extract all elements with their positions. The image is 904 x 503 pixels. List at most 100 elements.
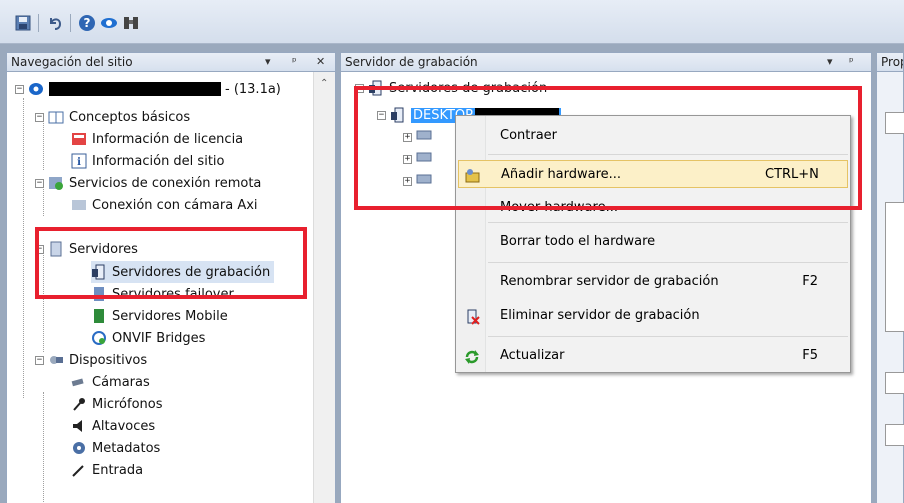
collapse-toggle[interactable]: − (35, 112, 44, 122)
pin-icon[interactable]: ᵖ (292, 53, 297, 71)
tree-label: Dispositivos (69, 352, 148, 368)
properties-header: Prop (876, 52, 904, 72)
menu-item-delete-server[interactable]: Eliminar servidor de grabación (458, 302, 848, 330)
binoculars-icon[interactable] (122, 14, 140, 32)
menu-item-collapse[interactable]: Contraer (458, 122, 848, 150)
book-icon (48, 109, 64, 125)
tree-item-grabacion[interactable]: Servidores de grabación (91, 261, 275, 283)
tree-label: Micrófonos (92, 396, 163, 412)
property-field[interactable] (885, 372, 904, 394)
tree-label: Servidores Mobile (112, 308, 228, 324)
recording-server-icon (368, 80, 384, 96)
menu-item-shortcut: F2 (802, 274, 818, 289)
tree-label: ONVIF Bridges (112, 330, 206, 346)
menu-item-refresh[interactable]: Actualizar F5 (458, 342, 848, 370)
license-icon (71, 131, 87, 147)
close-icon[interactable]: ✕ (316, 53, 325, 71)
undo-icon[interactable] (46, 14, 64, 32)
onvif-icon (91, 330, 107, 346)
collapse-toggle[interactable]: − (15, 84, 24, 94)
recording-server-icon (390, 107, 406, 123)
tree-item-onvif[interactable]: ONVIF Bridges (91, 327, 205, 349)
servers-icon (48, 241, 64, 257)
tree-item-microfonos[interactable]: Micrófonos (71, 393, 162, 415)
tree-item-licencia[interactable]: Información de licencia (71, 128, 243, 150)
site-navigation-title: Navegación del sitio (11, 55, 133, 69)
svg-text:?: ? (84, 16, 91, 30)
tree-item-camaras[interactable]: Cámaras (71, 371, 150, 393)
tree-item-conceptos[interactable]: − Conceptos básicos (35, 106, 190, 128)
tree-label: Servidores de grabación (389, 80, 548, 96)
tree-item-remota[interactable]: − Servicios de conexión remota (35, 172, 261, 194)
mobile-server-icon (91, 308, 107, 324)
recording-server-header: Servidor de grabación ▾ ᵖ (340, 52, 872, 72)
tree-item-altavoces[interactable]: Altavoces (71, 415, 155, 437)
menu-item-label: Borrar todo el hardware (500, 234, 656, 249)
metadata-icon (71, 440, 87, 456)
menu-item-label: Eliminar servidor de grabación (500, 308, 700, 323)
tree-label: Altavoces (92, 418, 156, 434)
pin-icon[interactable]: ᵖ (849, 53, 854, 71)
redacted-site-name (49, 82, 221, 96)
site-icon (28, 81, 44, 97)
help-icon[interactable]: ? (78, 14, 96, 32)
property-field[interactable] (885, 424, 904, 446)
tree-item-hardware[interactable]: + (403, 170, 437, 192)
add-hardware-icon (465, 167, 481, 183)
property-field[interactable] (885, 112, 904, 134)
collapse-toggle[interactable]: − (35, 178, 44, 188)
expand-toggle[interactable]: + (403, 176, 412, 186)
menu-item-add-hardware[interactable]: Añadir hardware... CTRL+N (458, 160, 848, 188)
expand-toggle[interactable]: + (403, 154, 412, 164)
tree-item-metadatos[interactable]: Metadatos (71, 437, 160, 459)
hardware-icon (416, 151, 432, 167)
tree-item-recording-servers-root[interactable]: − Servidores de grabación (355, 80, 547, 96)
tree-item-servidores[interactable]: − Servidores (35, 238, 138, 260)
tree-item-sitio[interactable]: i Información del sitio (71, 150, 224, 172)
collapse-toggle[interactable]: − (355, 83, 364, 93)
tree-label: Conceptos básicos (69, 109, 191, 125)
input-icon (71, 462, 87, 478)
menu-item-shortcut: CTRL+N (765, 167, 819, 182)
collapse-toggle[interactable]: − (35, 244, 44, 254)
expand-toggle[interactable]: + (403, 132, 412, 142)
tree-item-mobile[interactable]: Servidores Mobile (91, 305, 228, 327)
delete-server-icon (464, 308, 480, 325)
tree-label: Información del sitio (92, 153, 225, 169)
pane-dropdown-button[interactable]: ▾ (827, 53, 833, 71)
recording-server-icon (91, 264, 107, 280)
menu-item-delete-all-hardware[interactable]: Borrar todo el hardware (458, 228, 848, 256)
camera-icon (71, 374, 87, 390)
menu-item-move-hardware[interactable]: Mover hardware... (458, 194, 848, 214)
menu-item-label: Añadir hardware... (501, 167, 622, 182)
tree-item-entrada[interactable]: Entrada (71, 459, 143, 481)
microphone-icon (71, 396, 87, 412)
context-menu: Contraer Añadir hardware... CTRL+N Mover… (455, 115, 851, 373)
tree-label: Servidores de grabación (112, 264, 271, 280)
svg-text:i: i (77, 157, 81, 168)
tree-item-hardware[interactable]: + (403, 126, 437, 148)
tree-label: Metadatos (92, 440, 161, 456)
tree-label: Información de licencia (92, 131, 244, 147)
tree-root[interactable]: − - (13.1a) (15, 78, 281, 100)
devices-icon (48, 352, 64, 368)
collapse-toggle[interactable]: − (377, 110, 386, 120)
tree-item-hardware[interactable]: + (403, 148, 437, 170)
site-version: - (13.1a) (225, 81, 281, 97)
tree-label: Entrada (92, 462, 144, 478)
property-description-field[interactable] (885, 202, 904, 332)
tree-label: Servidores failover (112, 286, 234, 302)
main-toolbar: ? (0, 0, 904, 44)
pane-dropdown-button[interactable]: ▾ (265, 53, 271, 71)
tree-item-axi[interactable]: Conexión con cámara Axi (71, 194, 258, 216)
tree-label: Cámaras (92, 374, 150, 390)
tree-item-dispositivos[interactable]: − Dispositivos (35, 349, 147, 371)
collapse-toggle[interactable]: − (35, 355, 44, 365)
tree-scrollbar[interactable]: ⌃ (313, 72, 335, 503)
connect-icon[interactable] (100, 14, 118, 32)
menu-item-label: Contraer (500, 128, 558, 143)
tree-item-failover[interactable]: Servidores failover (91, 283, 234, 305)
menu-item-rename-server[interactable]: Renombrar servidor de grabación F2 (458, 268, 848, 296)
camera-connection-icon (71, 197, 87, 213)
save-icon[interactable] (14, 14, 32, 32)
